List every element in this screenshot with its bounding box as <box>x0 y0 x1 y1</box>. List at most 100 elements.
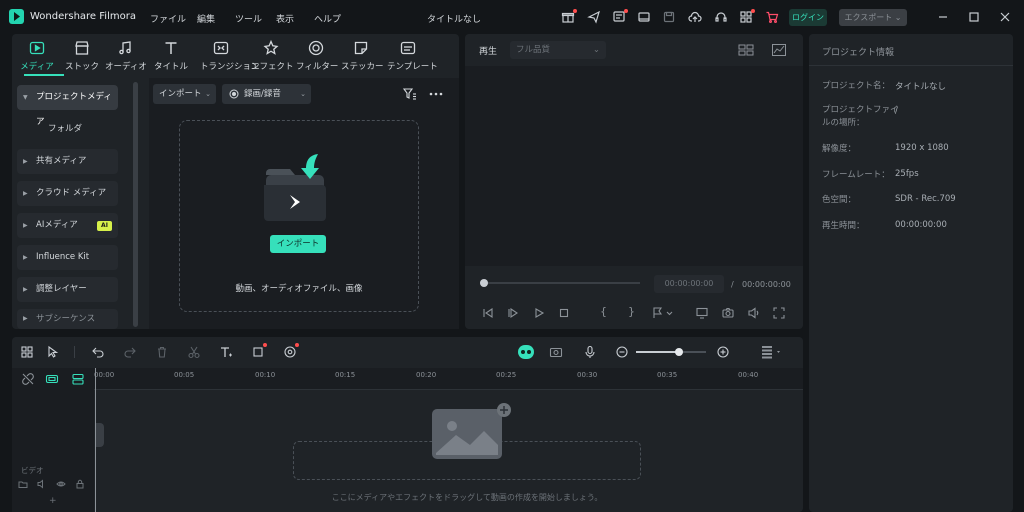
delete-icon[interactable] <box>155 345 169 359</box>
sidebar-item-adjustment-layer[interactable]: ▶ 調整レイヤー <box>17 277 118 302</box>
menu-view[interactable]: 表示 <box>276 12 294 25</box>
sidebar-item-folder[interactable]: フォルダ <box>17 117 118 142</box>
sidebar-item-influence-kit[interactable]: ▶ Influence Kit <box>17 245 118 270</box>
scissors-icon[interactable] <box>187 345 201 359</box>
undo-icon[interactable] <box>91 345 105 359</box>
support-headset-icon[interactable] <box>714 10 728 24</box>
play-reverse-icon[interactable] <box>506 306 520 320</box>
apps-grid-icon[interactable] <box>739 9 755 24</box>
divider <box>74 346 75 358</box>
snapshot-camera-icon[interactable] <box>721 306 735 320</box>
gift-icon[interactable] <box>561 9 577 24</box>
fullscreen-icon[interactable] <box>772 306 786 320</box>
send-icon[interactable] <box>587 10 601 24</box>
chevron-down-icon: ⌄ <box>300 90 306 98</box>
sidebar-item-subsequence[interactable]: ▶ サブシーケンス <box>17 309 118 329</box>
track-layout-icon[interactable] <box>760 345 784 359</box>
play-icon[interactable] <box>532 306 546 320</box>
link-off-icon[interactable] <box>21 372 35 386</box>
magnet-snap-icon[interactable] <box>45 372 59 386</box>
stop-icon[interactable] <box>557 306 571 320</box>
lock-icon[interactable] <box>75 479 85 489</box>
tab-transitions[interactable]: トランジション <box>200 39 260 72</box>
sidebar-item-label: クラウド メディア <box>36 188 107 198</box>
eye-icon[interactable] <box>56 479 66 489</box>
scope-chart-icon[interactable] <box>771 43 787 57</box>
sidebar-item-project-media[interactable]: ▼ プロジェクトメディア <box>17 85 118 127</box>
feedback-icon[interactable] <box>612 9 628 24</box>
zoom-out-icon[interactable] <box>615 345 629 359</box>
menu-help[interactable]: ヘルプ <box>314 12 341 25</box>
zoom-in-icon[interactable] <box>716 345 730 359</box>
tab-stickers[interactable]: ステッカー <box>341 39 384 72</box>
minimize-icon[interactable] <box>936 10 950 24</box>
sidebar-item-label: フォルダ <box>48 124 83 134</box>
select-tool-icon[interactable] <box>46 345 60 359</box>
previous-frame-icon[interactable] <box>481 306 495 320</box>
tab-effects[interactable]: エフェクト <box>251 39 294 72</box>
grid-view-icon[interactable] <box>738 43 754 57</box>
volume-icon[interactable] <box>747 306 761 320</box>
caret-right-icon: ▶ <box>23 190 28 197</box>
cart-icon[interactable] <box>765 10 779 24</box>
menu-tools[interactable]: ツール <box>235 12 262 25</box>
tab-titles[interactable]: タイトル <box>151 39 191 72</box>
more-options-icon[interactable] <box>428 86 444 102</box>
info-value-frame-rate: 25fps <box>895 169 919 179</box>
menu-edit[interactable]: 編集 <box>197 12 215 25</box>
tab-templates[interactable]: テンプレート <box>387 39 438 72</box>
track-collapse-handle[interactable] <box>96 423 104 447</box>
mark-in-icon[interactable]: { <box>600 305 607 318</box>
mark-out-icon[interactable]: } <box>628 305 635 318</box>
close-icon[interactable] <box>998 10 1012 24</box>
template-icon <box>399 39 417 57</box>
tab-audio-label: オーディオ <box>105 62 147 72</box>
track-audio-icon[interactable] <box>37 479 47 489</box>
ai-effect-icon[interactable] <box>283 343 299 359</box>
export-button[interactable]: エクスポート ⌄ <box>839 9 907 26</box>
camera-record-icon[interactable] <box>549 345 563 359</box>
crop-tool-icon[interactable] <box>252 343 267 359</box>
title-icon <box>162 39 180 57</box>
layout-grid-icon[interactable] <box>20 345 34 359</box>
text-tool-icon[interactable] <box>219 345 233 359</box>
add-track-icon[interactable]: + <box>49 496 57 506</box>
preview-play-label: 再生 <box>479 47 498 57</box>
maximize-icon[interactable] <box>967 10 981 24</box>
timeline-ruler[interactable]: 00:00 00:05 00:10 00:15 00:20 00:25 00:3… <box>94 368 803 390</box>
sidebar-item-shared-media[interactable]: ▶ 共有メディア <box>17 149 118 174</box>
media-library-panel: メディア ストック オーディオ タイトル トランジション エフェクト フィルター… <box>12 34 459 329</box>
current-time-display[interactable]: 00:00:00:00 <box>654 275 724 293</box>
ai-assistant-icon[interactable] <box>517 344 535 360</box>
folder-icon[interactable] <box>18 479 28 489</box>
cloud-upload-icon[interactable] <box>688 10 702 24</box>
playback-progress-track[interactable] <box>480 282 640 284</box>
tab-filters[interactable]: フィルター <box>296 39 338 72</box>
zoom-slider-handle[interactable] <box>675 348 683 356</box>
tab-audio[interactable]: オーディオ <box>105 39 147 72</box>
quality-dropdown[interactable]: フル品質 ⌄ <box>510 41 606 59</box>
login-button[interactable]: ログイン <box>789 9 827 26</box>
tab-media[interactable]: メディア <box>17 39 57 72</box>
sidebar-scrollbar[interactable] <box>133 82 138 327</box>
menu-file[interactable]: ファイル <box>150 12 186 25</box>
filter-sort-icon[interactable] <box>402 86 418 102</box>
display-monitor-icon[interactable] <box>695 306 709 320</box>
sidebar-item-cloud-media[interactable]: ▶ クラウド メディア <box>17 181 118 206</box>
microphone-icon[interactable] <box>583 345 597 359</box>
record-dropdown-label: 録画/録音 <box>244 89 281 99</box>
import-button[interactable]: インポート <box>270 235 326 253</box>
redo-icon[interactable] <box>123 345 137 359</box>
filmora-logo-icon <box>9 9 24 24</box>
record-dropdown[interactable]: 録画/録音 ⌄ <box>222 84 311 104</box>
sidebar-item-ai-media[interactable]: ▶ AIメディア AI <box>17 213 118 238</box>
playhead-handle[interactable] <box>480 279 488 287</box>
import-dropdown[interactable]: インポート ⌄ <box>153 84 216 104</box>
caret-right-icon: ▶ <box>23 286 28 293</box>
layout-icon[interactable] <box>637 10 651 24</box>
caret-down-icon: ▼ <box>23 94 28 101</box>
tab-stock[interactable]: ストック <box>62 39 102 72</box>
marker-dropdown-icon[interactable] <box>651 306 675 320</box>
track-stack-icon[interactable] <box>71 372 85 386</box>
save-icon[interactable] <box>662 10 676 24</box>
